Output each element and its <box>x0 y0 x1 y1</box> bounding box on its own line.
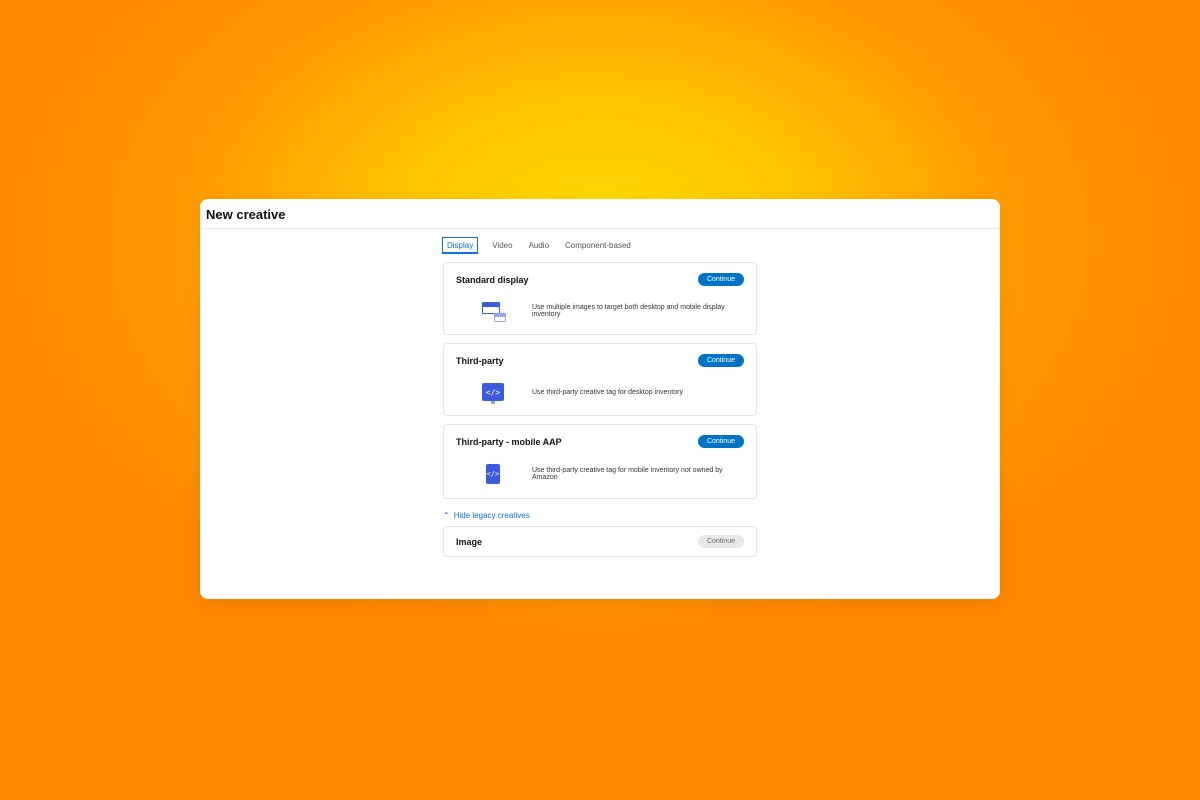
continue-button[interactable]: Continue <box>698 354 744 367</box>
hide-legacy-toggle[interactable]: ⌃ Hide legacy creatives <box>443 511 757 520</box>
card-third-party-mobile-aap: Third-party - mobile AAP Continue </> Us… <box>443 424 757 499</box>
display-icon <box>480 302 506 320</box>
tab-component-based[interactable]: Component-based <box>563 237 633 254</box>
card-title: Third-party <box>456 356 504 366</box>
window-header: New creative <box>200 199 1000 229</box>
legacy-toggle-label: Hide legacy creatives <box>454 511 530 520</box>
card-description: Use multiple images to target both deskt… <box>532 304 744 318</box>
chevron-up-icon: ⌃ <box>443 511 450 520</box>
page-title: New creative <box>206 207 994 222</box>
card-body: Use multiple images to target both deskt… <box>456 302 744 320</box>
card-description: Use third-party creative tag for desktop… <box>532 389 683 396</box>
card-image-legacy: Image Continue <box>443 526 757 557</box>
continue-button-disabled[interactable]: Continue <box>698 535 744 548</box>
card-body: </> Use third-party creative tag for des… <box>456 383 744 401</box>
card-standard-display: Standard display Continue Use multiple i… <box>443 262 757 335</box>
card-header: Third-party - mobile AAP Continue <box>456 435 744 448</box>
continue-button[interactable]: Continue <box>698 435 744 448</box>
tabs: Display Video Audio Component-based <box>442 237 756 254</box>
tab-audio[interactable]: Audio <box>527 237 551 254</box>
card-body: </> Use third-party creative tag for mob… <box>456 464 744 484</box>
card-description: Use third-party creative tag for mobile … <box>532 467 744 481</box>
new-creative-window: New creative Display Video Audio Compone… <box>200 199 1000 599</box>
card-title: Third-party - mobile AAP <box>456 437 562 447</box>
card-header: Image Continue <box>456 535 744 548</box>
mobile-code-icon: </> <box>480 464 506 484</box>
tab-video[interactable]: Video <box>490 237 514 254</box>
tab-display[interactable]: Display <box>442 237 478 254</box>
card-header: Third-party Continue <box>456 354 744 367</box>
continue-button[interactable]: Continue <box>698 273 744 286</box>
content: Display Video Audio Component-based Stan… <box>200 229 1000 557</box>
card-title: Image <box>456 537 482 547</box>
card-title: Standard display <box>456 275 529 285</box>
card-header: Standard display Continue <box>456 273 744 286</box>
card-third-party: Third-party Continue </> Use third-party… <box>443 343 757 416</box>
code-icon: </> <box>480 383 506 401</box>
